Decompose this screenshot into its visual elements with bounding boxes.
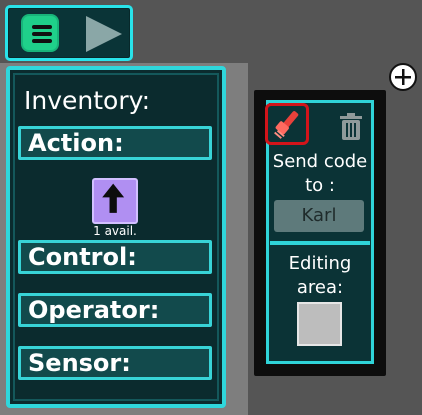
hamburger-menu-icon-bar xyxy=(32,39,52,43)
action-block-forward[interactable] xyxy=(92,178,138,224)
editing-area-label: Editing area: xyxy=(288,253,352,298)
category-sensor[interactable]: Sensor: xyxy=(18,346,212,380)
paintbrush-icon xyxy=(274,111,299,139)
add-button[interactable] xyxy=(389,63,417,91)
editing-area-dropzone[interactable] xyxy=(297,302,342,346)
play-icon[interactable] xyxy=(82,14,126,54)
hamburger-menu-icon-bar xyxy=(32,32,52,36)
paintbrush-button[interactable] xyxy=(265,103,309,145)
inventory-title: Inventory: xyxy=(24,86,151,115)
category-operator[interactable]: Operator: xyxy=(18,293,212,327)
trash-icon[interactable] xyxy=(338,112,364,142)
category-action[interactable]: Action: xyxy=(18,126,212,160)
send-target-button[interactable]: Karl xyxy=(274,200,364,232)
plus-icon xyxy=(395,69,411,85)
hamburger-menu-icon xyxy=(32,25,52,29)
top-toolbar xyxy=(5,5,133,61)
up-arrow-icon xyxy=(102,183,125,213)
block-availability: 1 avail. xyxy=(93,224,137,238)
menu-button[interactable] xyxy=(21,14,59,52)
category-control[interactable]: Control: xyxy=(18,240,212,274)
panel-divider xyxy=(270,241,370,245)
send-code-label: Send code to : xyxy=(272,151,368,196)
